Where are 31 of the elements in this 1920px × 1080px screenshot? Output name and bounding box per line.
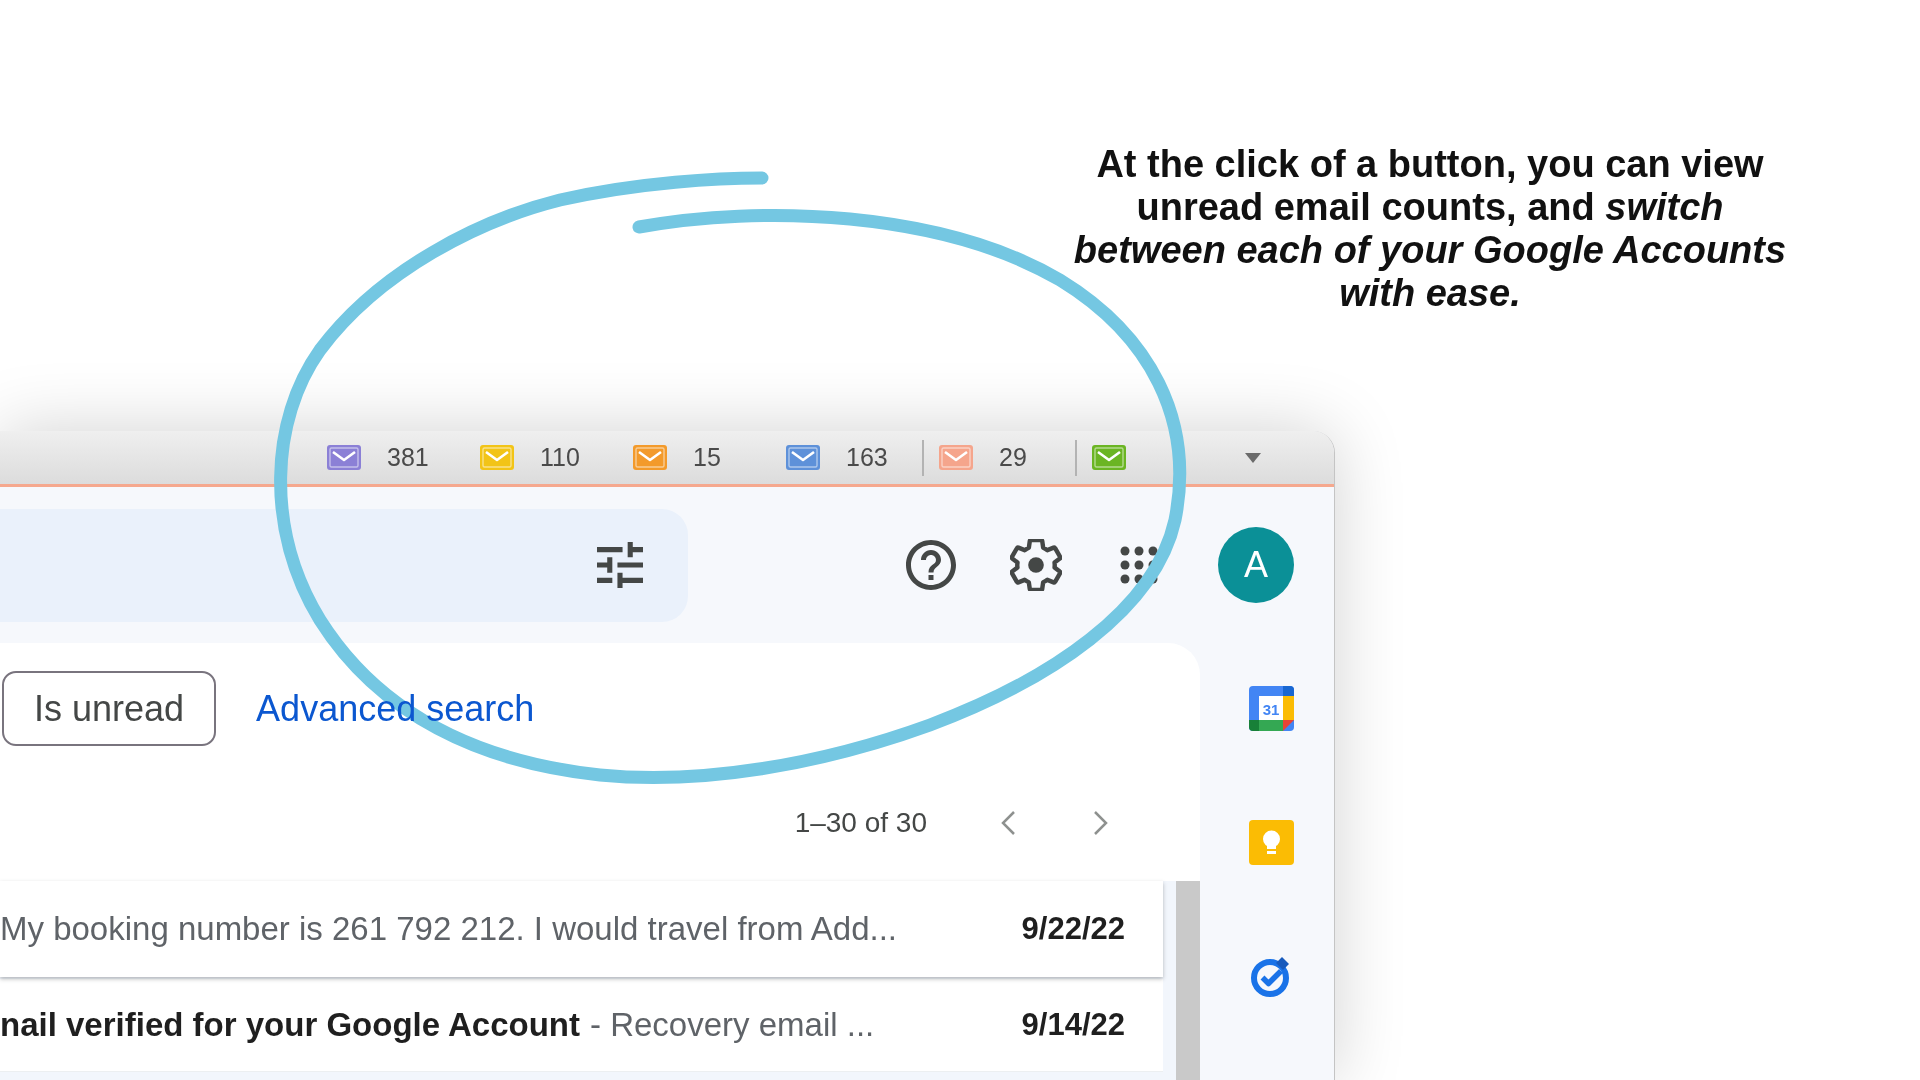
account-avatar[interactable]: A [1218, 527, 1294, 603]
dropdown-caret-icon[interactable] [1245, 452, 1261, 463]
unread-count: 110 [540, 441, 580, 473]
email-date: 9/22/22 [1020, 909, 1126, 948]
email-snippet: - Recovery email ... [590, 1005, 875, 1046]
envelope-icon[interactable] [480, 445, 514, 470]
help-icon[interactable] [906, 540, 956, 590]
settings-icon[interactable] [1010, 539, 1062, 591]
scrollbar[interactable] [1176, 881, 1200, 1080]
unread-count: 29 [999, 441, 1027, 473]
envelope-icon[interactable] [1092, 445, 1126, 470]
unread-count: 15 [693, 441, 721, 473]
email-subject: nail verified for your Google Account [0, 1005, 580, 1046]
caption-text: At the click of a button, you can view unread email counts, and switch between each of your Google Accounts with ease. [1072, 143, 1788, 315]
email-date: 9/14/22 [1020, 1005, 1126, 1044]
tune-icon[interactable] [597, 542, 643, 588]
pagination-count: 1–30 of 30 [794, 806, 927, 840]
email-row[interactable]: My booking number is 261 792 212. I would travel from Add... 9/22/22 [0, 881, 1163, 977]
calendar-icon[interactable]: 31 [1249, 686, 1294, 731]
envelope-icon[interactable] [939, 445, 973, 470]
filter-chip[interactable]: Is unread [2, 671, 217, 746]
unread-count: 381 [387, 441, 429, 473]
apps-grid-icon[interactable] [1120, 546, 1158, 584]
email-snippet: My booking number is 261 792 212. I would travel from Add... [0, 909, 897, 950]
unread-count: 163 [846, 441, 888, 473]
envelope-icon[interactable] [786, 445, 820, 470]
envelope-icon[interactable] [327, 445, 361, 470]
search-field[interactable] [0, 508, 688, 622]
lightbulb-icon[interactable] [1249, 820, 1294, 865]
envelope-icon[interactable] [633, 445, 667, 470]
email-row[interactable]: nail verified for your Google Account - Recovery email ... 9/14/22 [0, 979, 1163, 1072]
